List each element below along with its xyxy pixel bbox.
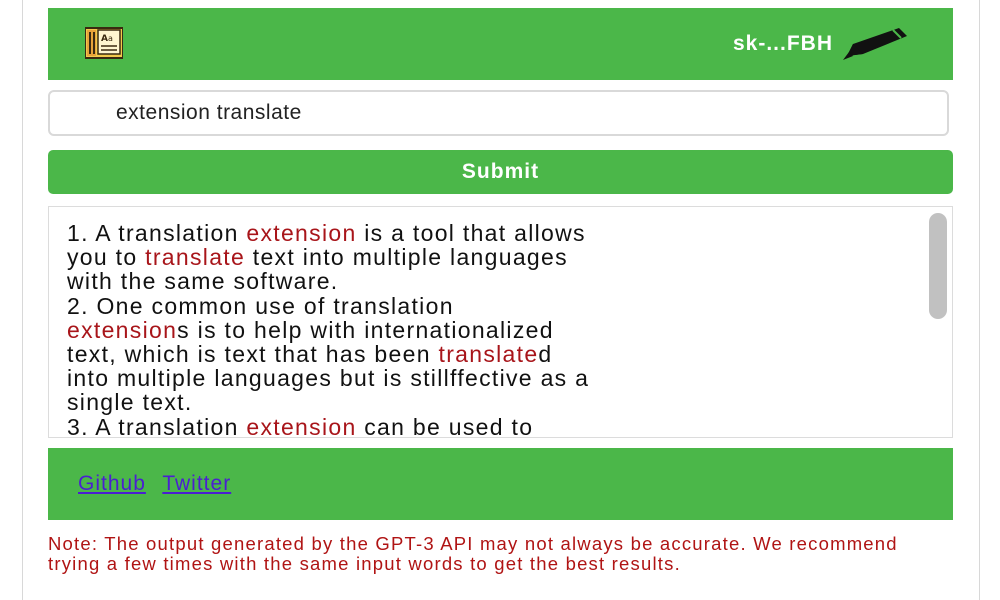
output-text-segment: can be used to <box>356 413 534 438</box>
output-text-segment: s is to help with internationalized <box>177 316 554 343</box>
pencil-icon[interactable] <box>841 26 913 62</box>
output-text-segment: 2. One common use of translation <box>67 292 454 319</box>
svg-text:a: a <box>108 34 113 43</box>
output-text-segment: text, which is text that has been <box>67 341 439 368</box>
output-text-segment: d <box>538 341 553 368</box>
highlighted-keyword: extension <box>246 413 357 438</box>
output-text-segment: into multiple languages but is stillffec… <box>67 365 590 392</box>
highlighted-keyword: extension <box>67 316 178 343</box>
output-text-segment: with the same software. <box>67 268 339 295</box>
header-bar: A a sk-...FBH <box>48 8 953 80</box>
output-text-segment: 1. A translation <box>67 220 247 246</box>
output-text: 1. A translation extension is a tool tha… <box>67 221 917 438</box>
notepad-translate-icon[interactable]: A a <box>85 26 123 60</box>
github-link[interactable]: Github <box>78 472 146 495</box>
output-panel: 1. A translation extension is a tool tha… <box>48 206 953 438</box>
output-line: extensions is to help with international… <box>67 318 917 342</box>
output-line: 2. One common use of translation <box>67 294 917 318</box>
output-text-segment: text into multiple languages <box>245 244 568 271</box>
disclaimer-note: Note: The output generated by the GPT-3 … <box>48 533 898 574</box>
output-text-segment: is a tool that allows <box>356 220 586 246</box>
output-line: into multiple languages but is stillffec… <box>67 366 917 390</box>
output-text-segment: single text. <box>67 389 193 416</box>
output-line: 1. A translation extension is a tool tha… <box>67 221 917 245</box>
footer-links: Github Twitter <box>78 472 241 496</box>
scrollbar-thumb[interactable] <box>929 213 947 319</box>
highlighted-keyword: extension <box>246 220 357 246</box>
highlighted-keyword: translate <box>145 244 246 271</box>
output-line: with the same software. <box>67 269 917 293</box>
svg-text:A: A <box>101 34 108 44</box>
twitter-link[interactable]: Twitter <box>162 472 231 495</box>
output-text-segment: 3. A translation <box>67 413 247 438</box>
output-line: 3. A translation extension can be used t… <box>67 413 917 438</box>
output-line: single text. <box>67 390 917 414</box>
output-line: text, which is text that has been transl… <box>67 342 917 366</box>
submit-button[interactable]: Submit <box>48 150 953 194</box>
highlighted-keyword: translate <box>438 341 539 368</box>
output-text-segment: you to <box>67 244 146 271</box>
output-line: you to translate text into multiple lang… <box>67 245 917 269</box>
scrollbar-track[interactable] <box>928 211 948 433</box>
api-key-label: sk-...FBH <box>732 32 833 55</box>
api-key-edit[interactable]: sk-...FBH <box>733 26 913 62</box>
search-input[interactable] <box>48 90 949 136</box>
footer-bar: Github Twitter <box>48 448 953 520</box>
